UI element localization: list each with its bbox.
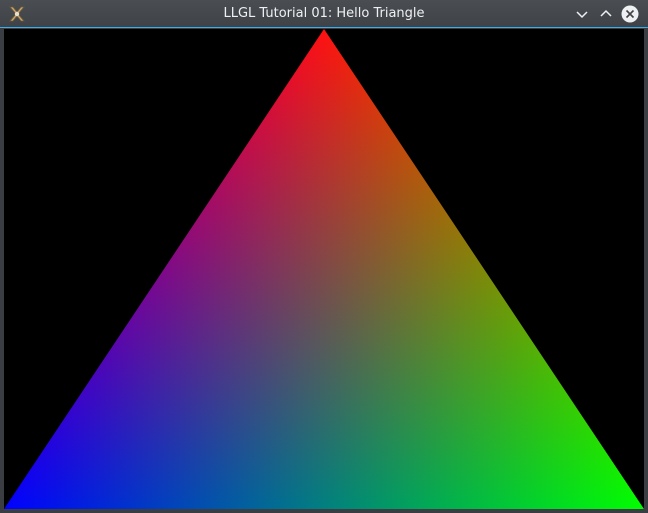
window-title: LLGL Tutorial 01: Hello Triangle bbox=[223, 6, 425, 21]
close-icon bbox=[621, 5, 639, 23]
maximize-button[interactable] bbox=[596, 4, 616, 24]
app-window: LLGL Tutorial 01: Hello Triangle bbox=[0, 0, 648, 513]
app-icon[interactable] bbox=[7, 4, 27, 24]
chevron-up-icon bbox=[600, 9, 612, 17]
render-canvas[interactable] bbox=[4, 29, 644, 509]
close-button[interactable] bbox=[620, 4, 640, 24]
minimize-button[interactable] bbox=[572, 4, 592, 24]
triangle-scene bbox=[4, 29, 644, 509]
chevron-down-icon bbox=[576, 11, 588, 19]
window-titlebar[interactable]: LLGL Tutorial 01: Hello Triangle bbox=[0, 0, 648, 28]
